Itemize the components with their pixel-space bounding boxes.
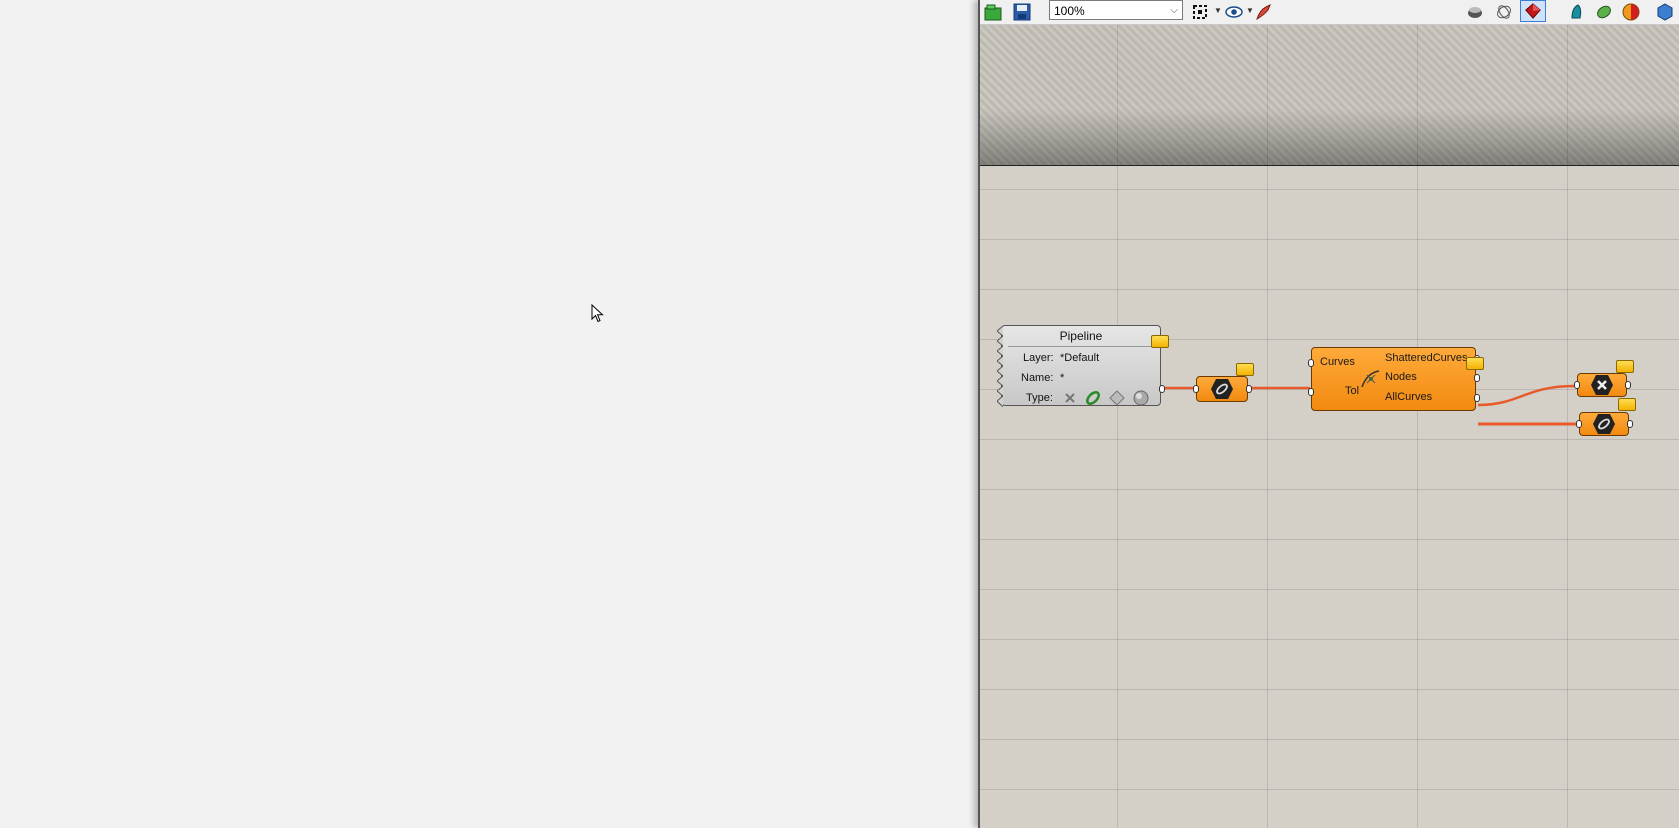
curve-type-icon[interactable] <box>1084 389 1102 407</box>
name-label: Name: <box>1021 372 1054 384</box>
point-param-message-balloon[interactable] <box>1616 360 1634 373</box>
curve-param-2-message-balloon[interactable] <box>1618 398 1636 411</box>
input-tol-label: Tol <box>1345 385 1360 397</box>
curve-param-icon <box>1211 379 1233 399</box>
name-value: * <box>1060 372 1065 384</box>
input-curves-label: Curves <box>1320 356 1355 368</box>
curves-input-port[interactable] <box>1308 359 1314 367</box>
output-shattered-label: ShatteredCurves <box>1385 352 1468 364</box>
pipeline-component[interactable]: Pipeline Layer: *Default Name: * Type: <box>997 325 1165 407</box>
allcurves-output-port[interactable] <box>1474 394 1480 402</box>
curve-param-input-port[interactable] <box>1193 385 1199 393</box>
pipeline-output-port[interactable] <box>1159 385 1165 393</box>
shatter-component[interactable]: Curves Tol ShatteredCurves Nodes AllCurv… <box>1308 347 1480 411</box>
mesh-type-icon[interactable] <box>1132 389 1150 407</box>
output-nodes-label: Nodes <box>1385 371 1417 383</box>
zoom-extents-dropdown-icon[interactable]: ▼ <box>1214 6 1222 15</box>
curve-parameter[interactable] <box>1193 376 1252 402</box>
shatter-icon <box>1361 370 1380 388</box>
pipeline-title: Pipeline <box>1059 329 1103 343</box>
preview-shaded-icon <box>1525 3 1541 19</box>
curve-parameter-2[interactable] <box>1576 412 1633 436</box>
sketch-icon[interactable] <box>1254 2 1274 22</box>
grasshopper-window: 100% ⌵ ▼ ▼ Pipeline Layer: *Default Name… <box>978 0 1679 828</box>
canvas-toolbar: 100% ⌵ ▼ ▼ <box>980 0 1679 25</box>
point-type-icon[interactable] <box>1062 390 1078 406</box>
chevron-down-icon: ⌵ <box>1170 5 1178 16</box>
material-icon[interactable] <box>1621 2 1641 22</box>
point-param-output-port[interactable] <box>1625 381 1631 389</box>
preview-eye-icon[interactable] <box>1224 2 1244 22</box>
zoom-extents-icon[interactable] <box>1190 2 1210 22</box>
preview-off-icon[interactable] <box>1465 2 1485 22</box>
bake-icon[interactable] <box>1568 2 1588 22</box>
grasshopper-canvas[interactable] <box>980 25 1679 828</box>
curve-param-2-output-port[interactable] <box>1627 420 1633 428</box>
curve-param-2-icon <box>1593 414 1615 434</box>
mouse-cursor-icon <box>591 304 604 323</box>
document-icon[interactable] <box>1655 2 1675 22</box>
surface-type-icon[interactable] <box>1108 389 1126 407</box>
canvas-hatched-area <box>980 25 1679 166</box>
point-param-icon <box>1591 375 1613 395</box>
output-allcurves-label: AllCurves <box>1385 391 1433 403</box>
curve-param-message-balloon[interactable] <box>1236 363 1254 376</box>
nodes-output-port[interactable] <box>1474 374 1480 382</box>
point-parameter[interactable] <box>1574 373 1631 397</box>
save-icon[interactable] <box>1012 2 1032 22</box>
preview-shaded-button[interactable] <box>1520 0 1546 22</box>
point-param-input-port[interactable] <box>1574 381 1580 389</box>
layer-value: *Default <box>1060 352 1100 364</box>
zoom-value: 100% <box>1054 4 1085 18</box>
type-label: Type: <box>1026 392 1053 404</box>
curve-param-2-input-port[interactable] <box>1576 420 1582 428</box>
preview-wire-icon[interactable] <box>1494 2 1514 22</box>
pipeline-message-balloon[interactable] <box>1151 335 1169 348</box>
tol-input-port[interactable] <box>1308 388 1314 396</box>
desktop-background <box>0 0 978 828</box>
shatter-message-balloon[interactable] <box>1466 357 1484 370</box>
preview-dropdown-icon[interactable]: ▼ <box>1246 6 1254 15</box>
selected-only-icon[interactable] <box>1594 2 1614 22</box>
layer-label: Layer: <box>1023 352 1054 364</box>
open-file-icon[interactable] <box>983 2 1003 22</box>
curve-param-output-port[interactable] <box>1246 385 1252 393</box>
zoom-dropdown[interactable]: 100% ⌵ <box>1049 0 1183 20</box>
